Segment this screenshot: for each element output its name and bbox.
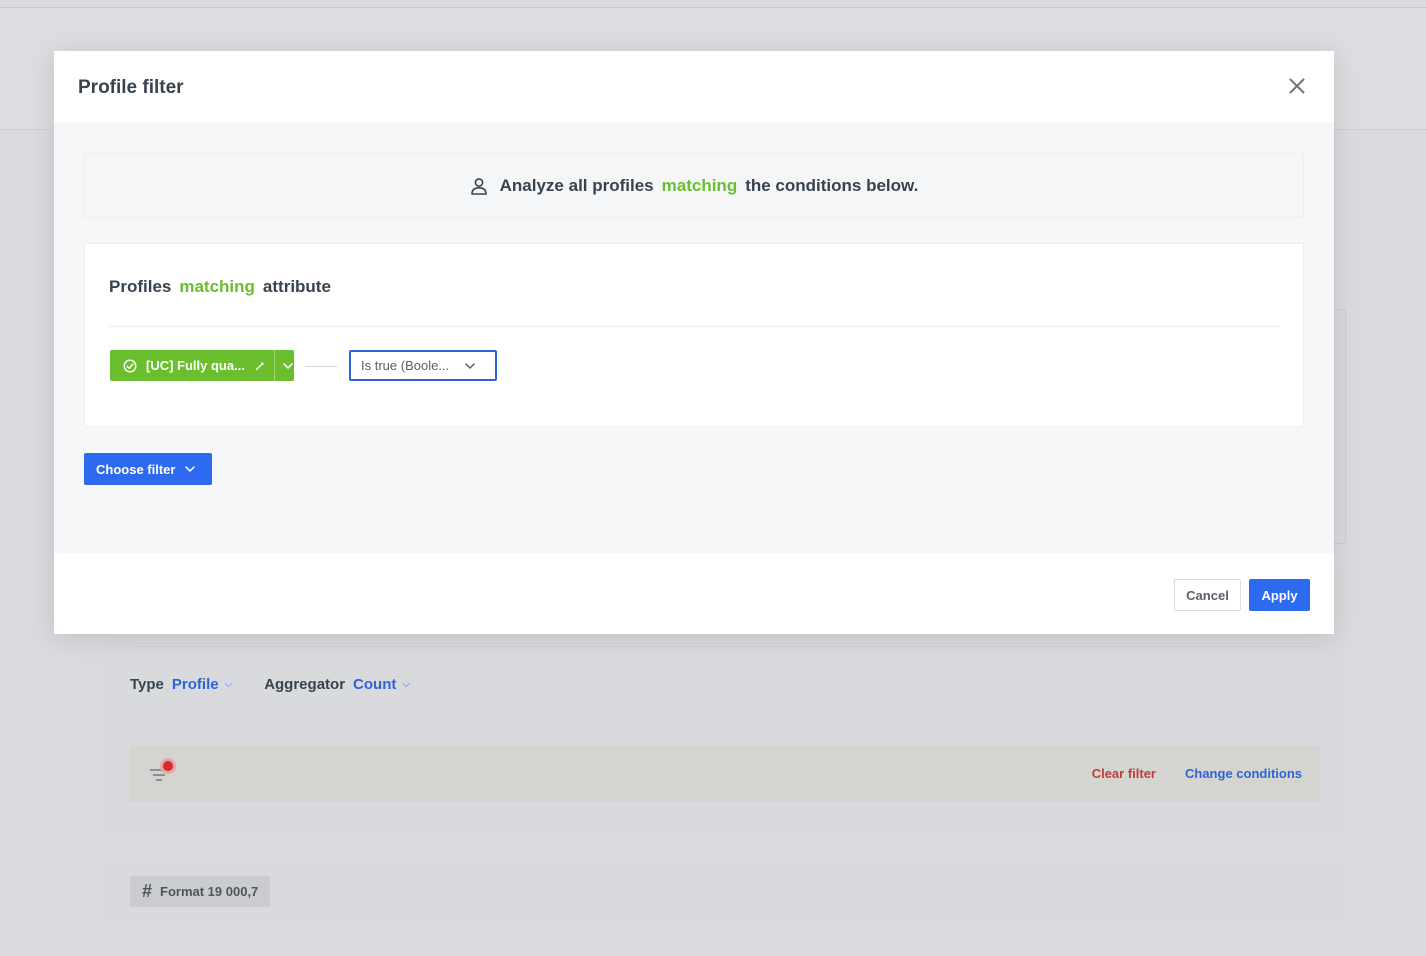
- chevron-down-icon: [465, 362, 475, 369]
- filter-icon: [150, 761, 176, 785]
- filter-active-dot: [163, 761, 173, 771]
- chevron-down-icon: ⌵: [402, 678, 410, 690]
- apply-button[interactable]: Apply: [1249, 579, 1310, 611]
- banner-text-suffix: the conditions below.: [745, 175, 919, 195]
- clear-filter-link[interactable]: Clear filter: [1092, 766, 1156, 781]
- hash-icon: #: [142, 881, 153, 901]
- condition-card: Profiles matching attribute [UC] Fully qua…: [84, 243, 1304, 427]
- type-dropdown[interactable]: Profile: [172, 676, 219, 693]
- modal-footer: Cancel Apply: [54, 553, 1334, 634]
- type-label: Type: [130, 675, 164, 693]
- condition-title-prefix: Profiles: [109, 277, 172, 296]
- attribute-selector-button[interactable]: [UC] Fully qua...: [110, 350, 294, 381]
- close-icon[interactable]: [1288, 77, 1306, 95]
- format-card: # Format 19 000,7: [105, 860, 1345, 922]
- condition-divider: [109, 326, 1281, 327]
- active-filter-bar: Clear filter Change conditions: [130, 745, 1320, 802]
- operator-label: Is true (Boole...: [361, 358, 450, 373]
- attribute-icon: [123, 358, 137, 373]
- change-conditions-link[interactable]: Change conditions: [1185, 766, 1302, 781]
- condition-title: Profiles matching attribute: [109, 277, 331, 297]
- condition-title-highlight: matching: [179, 277, 255, 296]
- chevron-down-icon[interactable]: [283, 362, 293, 369]
- format-badge-label: Format 19 000,7: [160, 884, 259, 899]
- modal-title: Profile filter: [78, 77, 184, 98]
- aggregator-label: Aggregator: [264, 675, 346, 693]
- format-badge[interactable]: # Format 19 000,7: [130, 876, 271, 907]
- modal-header: Profile filter: [54, 51, 1334, 123]
- card-divider: [130, 646, 1320, 647]
- attribute-label: [UC] Fully qua...: [146, 358, 245, 373]
- banner-text-prefix: Analyze all profiles: [499, 175, 654, 195]
- aggregator-dropdown[interactable]: Count: [353, 676, 396, 693]
- type-aggregator-row: Type Profile ⌵ Aggregator Count ⌵: [130, 674, 442, 694]
- user-icon: [470, 177, 487, 195]
- info-banner: Analyze all profiles matching the condit…: [84, 153, 1304, 218]
- banner-text-highlight: matching: [661, 175, 738, 195]
- chevron-down-icon: ⌵: [224, 678, 233, 690]
- profile-filter-modal: Profile filter Analyze all profiles matc…: [54, 51, 1334, 634]
- chevron-down-icon: [185, 466, 196, 472]
- app-top-bar: [0, 0, 1426, 8]
- operator-dropdown[interactable]: Is true (Boole...: [349, 350, 497, 381]
- condition-connector-line: [305, 366, 337, 367]
- cancel-button[interactable]: Cancel: [1174, 579, 1241, 611]
- pencil-icon[interactable]: [255, 361, 265, 371]
- modal-body: Analyze all profiles matching the condit…: [54, 123, 1334, 553]
- choose-filter-button[interactable]: Choose filter: [84, 453, 212, 485]
- button-separator: [273, 350, 275, 381]
- choose-filter-label: Choose filter: [96, 461, 176, 477]
- condition-title-suffix: attribute: [262, 277, 331, 296]
